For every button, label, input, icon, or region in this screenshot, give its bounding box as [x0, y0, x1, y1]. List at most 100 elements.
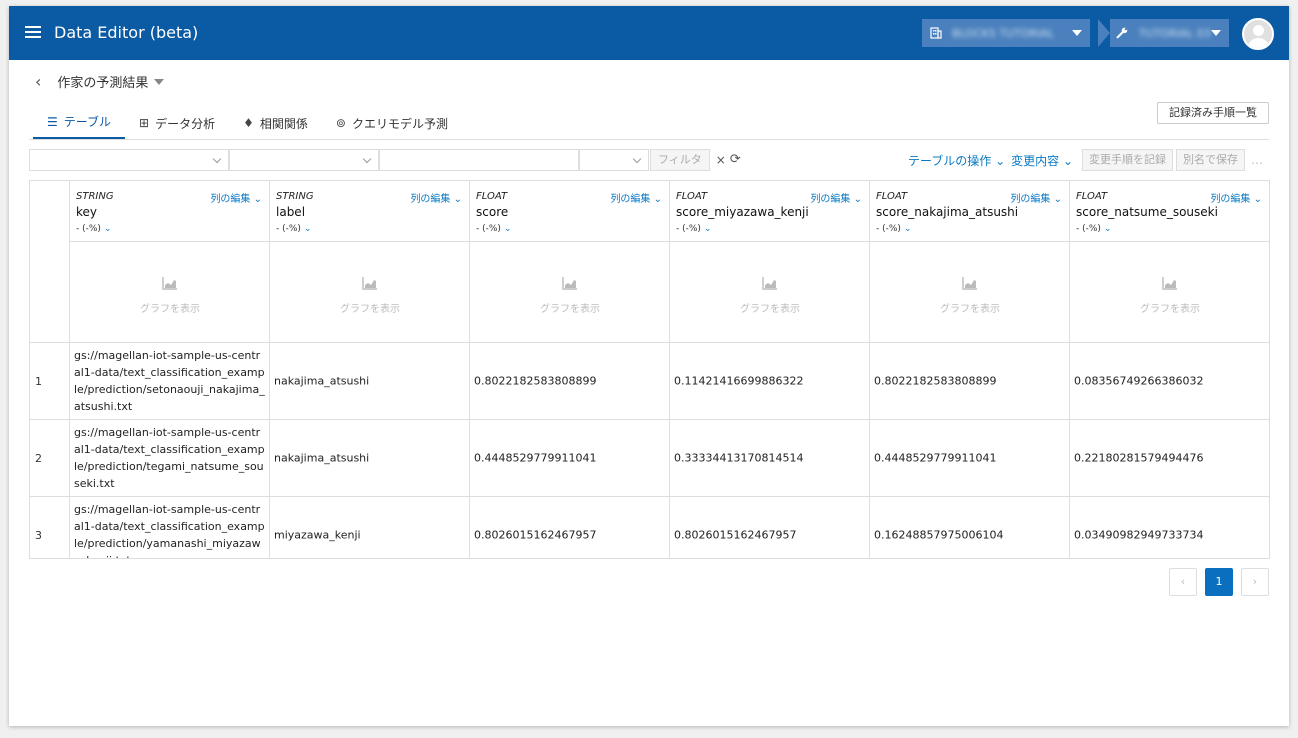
tab-correlation[interactable]: ♦ 相関関係 [229, 106, 322, 140]
column-name: key [76, 205, 98, 219]
top-bar: Data Editor (beta) BLOCKS TUTORIAL TUTOR… [9, 6, 1289, 60]
show-graph-label: グラフを表示 [340, 304, 400, 315]
edit-column-button[interactable]: 列の編集 ⌄ [610, 190, 662, 205]
show-graph-button[interactable]: グラフを表示 [670, 242, 870, 342]
show-graph-button[interactable]: グラフを表示 [1070, 242, 1269, 342]
save-as-button[interactable]: 別名で保存 [1176, 149, 1246, 171]
chevron-down-icon[interactable] [154, 78, 165, 85]
table-cell[interactable]: 0.8022182583808899 [870, 342, 1070, 419]
row-number: 3 [30, 496, 70, 558]
table-cell[interactable]: nakajima_atsushi [270, 342, 470, 419]
column-stat[interactable]: - (-%) ⌄ [476, 224, 511, 234]
edit-column-button[interactable]: 列の編集 ⌄ [1010, 190, 1062, 205]
menu-icon[interactable] [25, 26, 41, 38]
column-stat[interactable]: - (-%) ⌄ [76, 224, 111, 234]
column-score_natsume_souseki: FLOAT 列の編集 ⌄ score_natsume_souseki - (-%) ⌄ グ… [1070, 181, 1269, 558]
page-1-button[interactable]: 1 [1205, 568, 1233, 596]
show-graph-button[interactable]: グラフを表示 [870, 242, 1070, 342]
table-cell[interactable]: 0.4448529779911041 [870, 419, 1070, 496]
column-name: score_miyazawa_kenji [676, 205, 809, 219]
table-cell[interactable]: 0.33334413170814514 [670, 419, 870, 496]
column-label: STRING 列の編集 ⌄ label - (-%) ⌄ グラフを表示 nakajima_a… [270, 181, 470, 558]
show-graph-label: グラフを表示 [140, 304, 200, 315]
filter-value-input[interactable] [379, 149, 579, 171]
tab-table[interactable]: ☰ テーブル [33, 106, 126, 140]
table-cell[interactable]: miyazawa_kenji [270, 496, 470, 558]
chart-icon [162, 277, 177, 290]
table-cell[interactable]: 0.8022182583808899 [470, 342, 670, 419]
column-stat[interactable]: - (-%) ⌄ [876, 224, 911, 234]
table-cell[interactable]: 0.8026015162467957 [670, 496, 870, 558]
record-changes-button[interactable]: 変更手順を記録 [1082, 149, 1174, 171]
table-cell[interactable]: 0.22180281579494476 [1070, 419, 1269, 496]
show-graph-button[interactable]: グラフを表示 [70, 242, 270, 342]
prev-page-button[interactable]: ‹ [1169, 568, 1197, 596]
plus-square-icon: ⊞ [139, 116, 150, 130]
table-cell[interactable]: 0.11421416699886322 [670, 342, 870, 419]
filter-column-select[interactable] [29, 149, 229, 171]
chevron-left-icon[interactable]: ‹ [35, 72, 41, 91]
column-header: FLOAT 列の編集 ⌄ score_nakajima_atsushi - (-%) ⌄ [870, 181, 1070, 242]
column-name: score_natsume_souseki [1076, 205, 1218, 219]
edit-column-button[interactable]: 列の編集 ⌄ [1210, 190, 1262, 205]
column-stat[interactable]: - (-%) ⌄ [1076, 224, 1111, 234]
column-name: score_nakajima_atsushi [876, 205, 1019, 219]
column-stat[interactable]: - (-%) ⌄ [676, 224, 711, 234]
changes-menu[interactable]: 変更内容 ⌄ [1011, 152, 1073, 169]
recorded-steps-button[interactable]: 記録済み手順一覧 [1157, 102, 1269, 124]
table-cell[interactable]: gs://magellan-iot-sample-us-central1-dat… [70, 419, 270, 496]
show-graph-button[interactable]: グラフを表示 [470, 242, 670, 342]
tab-bar: ☰ テーブル ⊞ データ分析 ♦ 相関関係 ⊚ クエリモデル予測 [33, 106, 462, 140]
column-score_nakajima_atsushi: FLOAT 列の編集 ⌄ score_nakajima_atsushi - (-%) ⌄… [870, 181, 1070, 558]
clear-icon[interactable]: × [716, 149, 726, 171]
column-type: FLOAT [476, 191, 508, 202]
table-cell[interactable]: 0.03490982949733734 [1070, 496, 1269, 558]
table-icon: ☰ [47, 114, 58, 129]
table-cell[interactable]: gs://magellan-iot-sample-us-central1-dat… [70, 496, 270, 558]
column-header: STRING 列の編集 ⌄ label - (-%) ⌄ [270, 181, 470, 242]
show-graph-label: グラフを表示 [940, 304, 1000, 315]
app-title: Data Editor (beta) [54, 23, 199, 42]
building-icon [930, 27, 942, 39]
column-header: STRING 列の編集 ⌄ key - (-%) ⌄ [70, 181, 270, 242]
table-cell[interactable]: nakajima_atsushi [270, 419, 470, 496]
chart-icon [362, 277, 377, 290]
filter-button[interactable]: フィルタ [650, 149, 710, 171]
column-name: score [476, 205, 509, 219]
show-graph-button[interactable]: グラフを表示 [270, 242, 470, 342]
chevron-down-icon [362, 154, 372, 164]
chart-icon [762, 277, 777, 290]
more-icon[interactable]: … [1251, 153, 1263, 167]
refresh-icon[interactable]: ⟳ [730, 149, 741, 171]
table-cell[interactable]: gs://magellan-iot-sample-us-central1-dat… [70, 342, 270, 419]
column-key: STRING 列の編集 ⌄ key - (-%) ⌄ グラフを表示 gs://magella… [70, 181, 270, 558]
table-cell[interactable]: 0.4448529779911041 [470, 419, 670, 496]
table-operations-menu[interactable]: テーブルの操作 ⌄ [908, 152, 1005, 169]
table-cell[interactable]: 0.08356749266386032 [1070, 342, 1269, 419]
column-type: FLOAT [1076, 191, 1108, 202]
table-cell[interactable]: 0.8026015162467957 [470, 496, 670, 558]
edit-column-button[interactable]: 列の編集 ⌄ [410, 190, 462, 205]
avatar[interactable] [1242, 18, 1274, 50]
show-graph-label: グラフを表示 [1140, 304, 1200, 315]
column-type: FLOAT [876, 191, 908, 202]
project-name: TUTORIAL 03 [1138, 26, 1211, 40]
next-page-button[interactable]: › [1241, 568, 1269, 596]
chart-icon [1162, 277, 1177, 290]
tab-data-analysis[interactable]: ⊞ データ分析 [125, 106, 229, 140]
tab-query-prediction[interactable]: ⊚ クエリモデル予測 [322, 106, 462, 140]
edit-column-button[interactable]: 列の編集 ⌄ [210, 190, 262, 205]
lightbulb-icon: ♦ [243, 116, 254, 130]
app-window: Data Editor (beta) BLOCKS TUTORIAL TUTOR… [9, 6, 1289, 726]
filter-operator-select[interactable] [229, 149, 379, 171]
chart-icon [562, 277, 577, 290]
organization-selector[interactable]: BLOCKS TUTORIAL [922, 19, 1090, 47]
table-cell[interactable]: 0.16248857975006104 [870, 496, 1070, 558]
breadcrumb: ‹ 作家の予測結果 [35, 72, 165, 91]
column-stat[interactable]: - (-%) ⌄ [276, 224, 311, 234]
divider [29, 139, 1269, 140]
filter-type-select[interactable] [579, 149, 649, 171]
edit-column-button[interactable]: 列の編集 ⌄ [810, 190, 862, 205]
project-selector[interactable]: TUTORIAL 03 [1098, 19, 1229, 47]
column-name: label [276, 205, 306, 219]
